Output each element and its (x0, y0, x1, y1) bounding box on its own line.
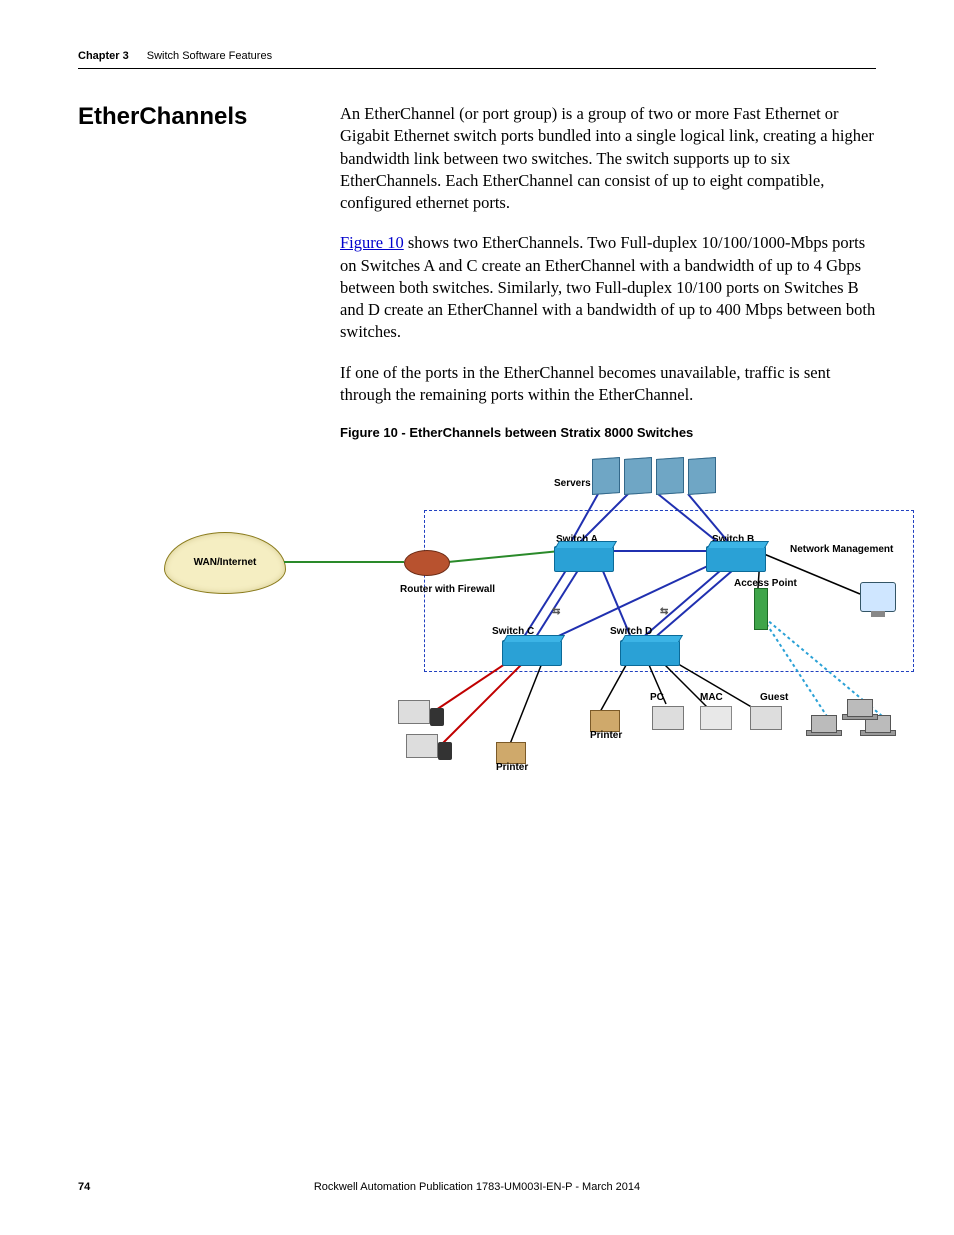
printer-icon (496, 742, 526, 764)
laptop-icon (806, 730, 842, 736)
wan-cloud: WAN/Internet (164, 532, 286, 594)
guest-label: Guest (760, 692, 788, 703)
switch-a-icon (554, 546, 614, 572)
mgmt-pc-icon (860, 582, 896, 612)
figure-10-diagram: WAN/Internet (160, 454, 876, 794)
phone-icon (438, 742, 452, 760)
wan-label: WAN/Internet (194, 557, 257, 568)
network-mgmt-label: Network Management (790, 544, 870, 555)
running-header: Chapter 3 Switch Software Features (78, 50, 876, 62)
access-point-icon (754, 588, 768, 630)
laptop-icon (860, 730, 896, 736)
pc-label: PC (650, 692, 664, 703)
paragraph-2: Figure 10 shows two EtherChannels. Two F… (340, 232, 876, 343)
servers-label: Servers (554, 478, 591, 489)
printer-icon (590, 710, 620, 732)
router-icon (404, 550, 450, 576)
pc-icon (652, 706, 684, 730)
printer-label: Printer (590, 730, 622, 741)
pc-icon (398, 700, 430, 724)
pc-icon (406, 734, 438, 758)
phone-icon (430, 708, 444, 726)
mac-icon (700, 706, 732, 730)
paragraph-2-text: shows two EtherChannels. Two Full-duplex… (340, 233, 875, 341)
chapter-title: Switch Software Features (147, 50, 272, 62)
server-icon (688, 457, 716, 495)
header-rule (78, 68, 876, 69)
section-heading: EtherChannels (78, 103, 340, 131)
body-text: An EtherChannel (or port group) is a gro… (340, 103, 876, 450)
paragraph-1: An EtherChannel (or port group) is a gro… (340, 103, 876, 214)
publication-line: Rockwell Automation Publication 1783-UM0… (78, 1181, 876, 1193)
server-icon (624, 457, 652, 495)
router-label: Router with Firewall (400, 584, 460, 595)
switch-c-icon (502, 640, 562, 666)
figure-caption: Figure 10 - EtherChannels between Strati… (340, 424, 876, 442)
switch-b-icon (706, 546, 766, 572)
pc-icon (750, 706, 782, 730)
printer-label: Printer (496, 762, 528, 773)
server-icon (592, 457, 620, 495)
server-icon (656, 457, 684, 495)
figure-10-link[interactable]: Figure 10 (340, 233, 404, 252)
switch-d-icon (620, 640, 680, 666)
page-footer: 74 Rockwell Automation Publication 1783-… (78, 1181, 876, 1193)
laptop-icon (842, 714, 878, 720)
paragraph-3: If one of the ports in the EtherChannel … (340, 362, 876, 407)
mac-label: MAC (700, 692, 723, 703)
chapter-number: Chapter 3 (78, 50, 129, 62)
